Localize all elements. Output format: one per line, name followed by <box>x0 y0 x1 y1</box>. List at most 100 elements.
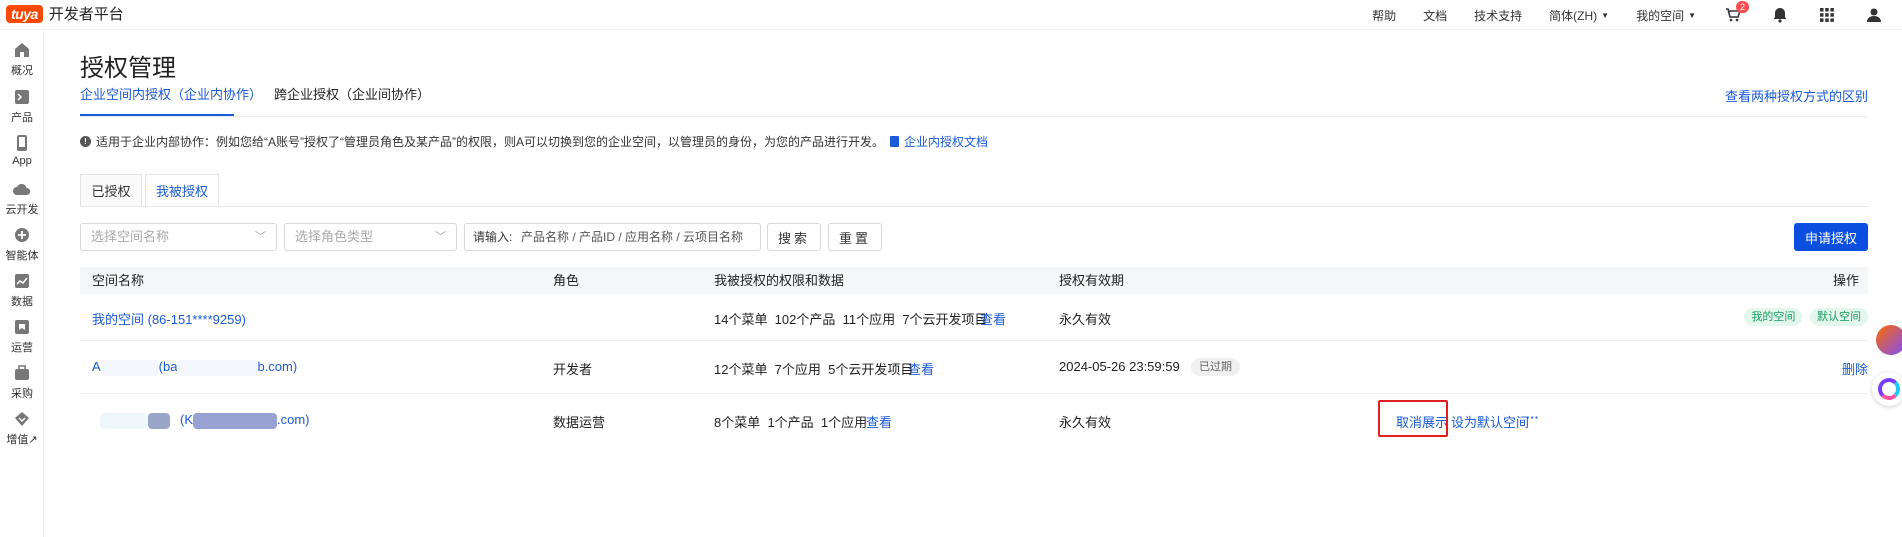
space-name-select[interactable]: 选择空间名称 ﹀ <box>80 223 277 251</box>
language-select[interactable]: 简体(ZH) ▼ <box>1549 7 1609 24</box>
reset-button[interactable]: 重置 <box>828 223 882 251</box>
redacted-text <box>100 359 159 376</box>
subtab-authorized[interactable]: 已授权 <box>80 174 142 207</box>
delete-link[interactable]: 删除 <box>1842 359 1868 378</box>
space-name-link[interactable]: 我的空间 (86-151****9259) <box>92 309 246 328</box>
redacted-text <box>177 359 258 376</box>
sidebar-item-purchase[interactable]: 采购 <box>0 364 44 401</box>
more-actions-button[interactable]: ··· <box>1526 410 1539 425</box>
space-name-mid: (ba <box>158 359 178 374</box>
doc-link-label: 企业内授权文档 <box>904 135 989 149</box>
subtabs-divider <box>80 206 1868 207</box>
redacted-text <box>100 412 148 429</box>
sidebar-item-products[interactable]: 产品 <box>0 88 44 125</box>
view-link[interactable]: 查看 <box>908 359 934 378</box>
space-name-mid: (K <box>180 412 193 427</box>
space-name-suffix: b.com) <box>257 359 298 374</box>
cloud-icon <box>13 180 31 198</box>
sidebar-item-data[interactable]: 数据 <box>0 272 44 309</box>
chart-icon <box>13 272 31 290</box>
info-notice: ! 适用于企业内部协作：例如您给“A账号”授权了“管理员角色及某产品”的权限，则… <box>80 133 988 150</box>
my-space-dropdown[interactable]: 我的空间 ▼ <box>1636 7 1696 24</box>
language-label: 简体(ZH) <box>1549 8 1598 23</box>
agent-icon <box>13 226 31 244</box>
my-space-label: 我的空间 <box>1636 8 1685 23</box>
info-text: 适用于企业内部协作：例如您给“A账号”授权了“管理员角色及某产品”的权限，则A可… <box>96 135 884 149</box>
col-permissions: 我被授权的权限和数据 <box>714 273 845 288</box>
space-name-link[interactable]: A (ba b.com) <box>92 359 297 376</box>
bell-icon[interactable] <box>1770 5 1790 25</box>
default-space-tag: 默认空间 <box>1810 308 1868 326</box>
table-header: 空间名称 角色 我被授权的权限和数据 授权有效期 操作 <box>80 267 1868 294</box>
page-title: 授权管理 <box>80 55 176 82</box>
top-nav: 帮助 文档 技术支持 简体(ZH) ▼ 我的空间 ▼ 2 <box>1372 0 1902 30</box>
doc-link[interactable]: 企业内授权文档 <box>890 133 988 150</box>
apps-grid-icon[interactable] <box>1817 5 1837 25</box>
auth-tabs: 企业空间内授权（企业内协作） 跨企业授权（企业间协作） <box>80 86 1868 116</box>
sidebar-item-operations[interactable]: 运营 <box>0 318 44 355</box>
validity: 永久有效 <box>1059 312 1112 327</box>
nav-docs[interactable]: 文档 <box>1423 7 1447 24</box>
tabs-divider <box>80 116 1868 117</box>
col-actions: 操作 <box>1832 273 1859 288</box>
sidebar-item-label: 概况 <box>11 65 33 77</box>
table-row: (K .com) 数据运营 8个菜单 1个产品 1个应用 查看 永久有效 取消展示… <box>80 394 1868 450</box>
view-link[interactable]: 查看 <box>866 412 892 431</box>
compare-auth-link[interactable]: 查看两种授权方式的区别 <box>1725 86 1868 105</box>
sidebar-item-overview[interactable]: 概况 <box>0 41 44 78</box>
terminal-icon <box>13 88 31 106</box>
value-added-icon <box>13 410 31 428</box>
subtab-authorized-to-me[interactable]: 我被授权 <box>145 174 219 207</box>
apply-authorization-button[interactable]: 申请授权 <box>1794 223 1868 251</box>
operations-icon <box>13 318 31 336</box>
sidebar-item-app[interactable]: App <box>0 134 44 167</box>
validity: 2024-05-26 23:59:59 <box>1059 359 1180 374</box>
redacted-text <box>148 412 170 429</box>
left-sidebar: 概况 产品 App 云开发 智能体 数据 运营 采购 增值↗ <box>0 30 44 537</box>
col-space-name: 空间名称 <box>92 273 145 288</box>
sidebar-item-value-added[interactable]: 增值↗ <box>0 410 44 447</box>
tab-cross-enterprise[interactable]: 跨企业授权（企业间协作） <box>274 86 430 116</box>
role-type-select[interactable]: 选择角色类型 ﹀ <box>284 223 457 251</box>
role: 开发者 <box>553 362 593 377</box>
sidebar-item-label: 数据 <box>11 296 33 308</box>
permissions-summary: 12个菜单 7个应用 5个云开发项目 <box>714 362 914 377</box>
view-link[interactable]: 查看 <box>980 309 1006 328</box>
space-select-placeholder: 选择空间名称 <box>91 229 170 244</box>
role-select-placeholder: 选择角色类型 <box>295 229 374 244</box>
sidebar-item-label: 云开发 <box>5 204 39 216</box>
home-icon <box>13 41 31 59</box>
space-name-prefix: A <box>92 359 101 374</box>
user-icon[interactable] <box>1864 5 1884 25</box>
phone-icon <box>13 134 31 152</box>
tab-in-enterprise[interactable]: 企业空间内授权（企业内协作） <box>80 86 262 116</box>
redacted-text <box>193 412 277 429</box>
nav-help[interactable]: 帮助 <box>1372 7 1396 24</box>
caret-down-icon: ▼ <box>1601 10 1610 20</box>
row-tags: 我的空间 默认空间 <box>1744 308 1868 326</box>
set-default-space-button[interactable]: 设为默认空间 <box>1451 412 1529 431</box>
cart-icon[interactable]: 2 <box>1723 1 1749 25</box>
permissions-summary: 14个菜单 102个产品 11个应用 7个云开发项目 <box>714 312 988 327</box>
space-name-suffix: .com) <box>277 412 310 427</box>
search-input[interactable] <box>521 224 751 250</box>
search-box: 请输入: <box>464 223 761 251</box>
caret-down-icon: ▼ <box>1688 10 1696 20</box>
validity: 永久有效 <box>1059 415 1112 430</box>
sidebar-item-label: 增值↗ <box>6 434 38 446</box>
ai-ring-icon <box>1878 378 1900 400</box>
search-label: 请输入: <box>473 230 513 244</box>
permissions-summary: 8个菜单 1个产品 1个应用 <box>714 415 868 430</box>
sidebar-item-label: 运营 <box>11 342 33 354</box>
brand-logo[interactable]: tuya 开发者平台 <box>6 3 124 24</box>
nav-support[interactable]: 技术支持 <box>1474 7 1522 24</box>
space-name-link[interactable]: (K .com) <box>100 412 310 429</box>
sidebar-item-cloud-dev[interactable]: 云开发 <box>0 180 44 217</box>
search-button[interactable]: 搜索 <box>767 223 821 251</box>
filter-bar: 选择空间名称 ﹀ 选择角色类型 ﹀ 请输入: 搜索 重置 申请授权 <box>80 223 1868 251</box>
floating-assistant-icon[interactable] <box>1876 325 1902 355</box>
top-bar: tuya 开发者平台 帮助 文档 技术支持 简体(ZH) ▼ 我的空间 ▼ 2 <box>0 0 1902 30</box>
floating-ai-icon[interactable] <box>1872 372 1902 406</box>
sidebar-item-agent[interactable]: 智能体 <box>0 226 44 263</box>
table-row: 我的空间 (86-151****9259) 14个菜单 102个产品 11个应用… <box>80 294 1868 341</box>
